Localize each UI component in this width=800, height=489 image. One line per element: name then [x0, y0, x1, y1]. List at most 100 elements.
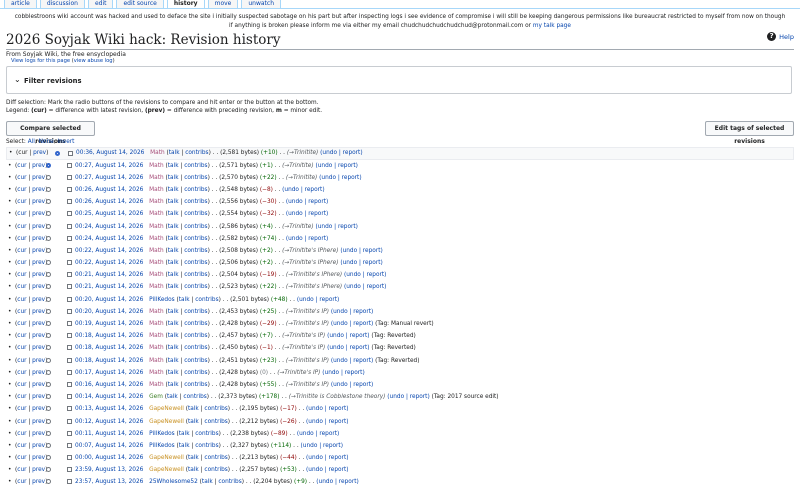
undo-report-links[interactable]: (undo | report) [306, 406, 348, 412]
prev-link[interactable]: prev [32, 443, 45, 449]
old-revision-radio[interactable] [46, 308, 51, 314]
revision-checkbox[interactable] [68, 151, 73, 156]
old-revision-radio[interactable] [46, 223, 51, 229]
revision-date-link[interactable]: 00:36, August 14, 2026 [76, 150, 144, 156]
view-abuse-log-link[interactable]: view abuse log [74, 58, 113, 64]
cur-link[interactable]: cur [17, 224, 26, 230]
old-revision-radio[interactable] [46, 260, 51, 266]
contribs-link[interactable]: contribs [184, 358, 207, 364]
prev-link[interactable]: prev [32, 455, 45, 461]
select-all-link[interactable]: All [28, 139, 35, 145]
user-link[interactable]: Math [149, 345, 164, 351]
old-revision-radio[interactable] [46, 345, 51, 351]
user-link[interactable]: Math [149, 175, 164, 181]
cur-link[interactable]: cur [17, 370, 26, 376]
revision-date-link[interactable]: 00:21, August 14, 2026 [75, 272, 143, 278]
revision-checkbox[interactable] [67, 418, 72, 424]
cur-link[interactable]: cur [17, 297, 26, 303]
cur-link[interactable]: cur [17, 284, 26, 290]
prev-link[interactable]: prev [33, 150, 46, 156]
revision-checkbox[interactable] [67, 272, 72, 278]
undo-report-links[interactable]: (undo | report) [297, 297, 339, 303]
contribs-link[interactable]: contribs [184, 382, 207, 388]
talk-link[interactable]: talk [168, 333, 179, 339]
contribs-link[interactable]: contribs [184, 260, 207, 266]
select-none-link[interactable]: None [39, 139, 54, 145]
revision-date-link[interactable]: 00:26, August 14, 2026 [75, 199, 143, 205]
talk-link[interactable]: talk [188, 455, 199, 461]
revision-date-link[interactable]: 00:00, August 14, 2026 [75, 455, 143, 461]
contribs-link[interactable]: contribs [184, 199, 207, 205]
revision-checkbox[interactable] [67, 394, 72, 400]
cur-link[interactable]: cur [17, 175, 26, 181]
user-link[interactable]: Math [149, 236, 164, 242]
contribs-link[interactable]: contribs [184, 345, 207, 351]
talk-link[interactable]: talk [167, 394, 178, 400]
talk-link[interactable]: talk [168, 382, 179, 388]
user-link[interactable]: Math [149, 187, 164, 193]
filter-revisions-label[interactable]: Filter revisions [24, 77, 82, 85]
user-link[interactable]: Math [149, 321, 164, 327]
prev-link[interactable]: prev [32, 248, 45, 254]
revision-date-link[interactable]: 00:24, August 14, 2026 [75, 224, 143, 230]
revision-date-link[interactable]: 00:21, August 14, 2026 [75, 284, 143, 290]
old-revision-radio[interactable] [46, 479, 51, 485]
old-revision-radio[interactable] [46, 333, 51, 339]
user-link[interactable]: PillKedos [149, 431, 175, 437]
user-link[interactable]: PillKedos [149, 297, 175, 303]
revision-date-link[interactable]: 00:14, August 14, 2026 [75, 394, 143, 400]
talk-link[interactable]: talk [168, 370, 179, 376]
talk-link[interactable]: talk [168, 260, 179, 266]
talk-link[interactable]: talk [168, 248, 179, 254]
revision-date-link[interactable]: 00:18, August 14, 2026 [75, 345, 143, 351]
old-revision-radio[interactable] [46, 162, 51, 168]
revision-checkbox[interactable] [67, 479, 72, 485]
talk-link[interactable]: talk [168, 236, 179, 242]
talk-link[interactable]: talk [179, 431, 190, 437]
undo-report-links[interactable]: (undo | report) [306, 467, 348, 473]
prev-link[interactable]: prev [32, 321, 45, 327]
talk-link[interactable]: talk [168, 199, 179, 205]
undo-report-links[interactable]: (undo | report) [331, 358, 373, 364]
undo-report-links[interactable]: (undo | report) [306, 419, 348, 425]
undo-report-links[interactable]: (undo | report) [340, 248, 382, 254]
talk-link[interactable]: talk [168, 345, 179, 351]
old-revision-radio[interactable] [46, 235, 51, 241]
cur-link[interactable]: cur [17, 163, 26, 169]
undo-report-links[interactable]: (undo | report) [319, 175, 361, 181]
prev-link[interactable]: prev [32, 211, 45, 217]
prev-link[interactable]: prev [32, 358, 45, 364]
new-revision-radio[interactable] [55, 151, 60, 156]
user-link[interactable]: Math [149, 358, 164, 364]
prev-link[interactable]: prev [32, 467, 45, 473]
old-revision-radio[interactable] [46, 247, 51, 253]
talk-link[interactable]: talk [179, 443, 190, 449]
contribs-link[interactable]: contribs [204, 467, 227, 473]
contribs-link[interactable]: contribs [184, 211, 207, 217]
compare-revisions-button[interactable]: Compare selected revisions [6, 121, 95, 145]
prev-link[interactable]: prev [32, 163, 45, 169]
contribs-link[interactable]: contribs [183, 394, 206, 400]
user-link[interactable]: Math [149, 163, 164, 169]
talk-link[interactable]: talk [168, 284, 179, 290]
old-revision-radio[interactable] [46, 357, 51, 363]
talk-link[interactable]: talk [168, 309, 179, 315]
prev-link[interactable]: prev [32, 284, 45, 290]
revision-date-link[interactable]: 00:27, August 14, 2026 [75, 163, 143, 169]
user-link[interactable]: Math [149, 211, 164, 217]
contribs-link[interactable]: contribs [184, 333, 207, 339]
user-link[interactable]: GapeNewell [149, 455, 184, 461]
prev-link[interactable]: prev [32, 260, 45, 266]
user-link[interactable]: Math [149, 382, 164, 388]
contribs-link[interactable]: contribs [185, 150, 208, 156]
user-link[interactable]: Math [149, 248, 164, 254]
prev-link[interactable]: prev [32, 236, 45, 242]
old-revision-radio[interactable] [46, 284, 51, 290]
undo-report-links[interactable]: (undo | report) [331, 382, 373, 388]
revision-date-link[interactable]: 00:22, August 14, 2026 [75, 248, 143, 254]
contribs-link[interactable]: contribs [195, 443, 218, 449]
revision-date-link[interactable]: 00:17, August 14, 2026 [75, 370, 143, 376]
prev-link[interactable]: prev [32, 406, 45, 412]
prev-link[interactable]: prev [32, 333, 45, 339]
revision-date-link[interactable]: 00:07, August 14, 2026 [75, 443, 143, 449]
